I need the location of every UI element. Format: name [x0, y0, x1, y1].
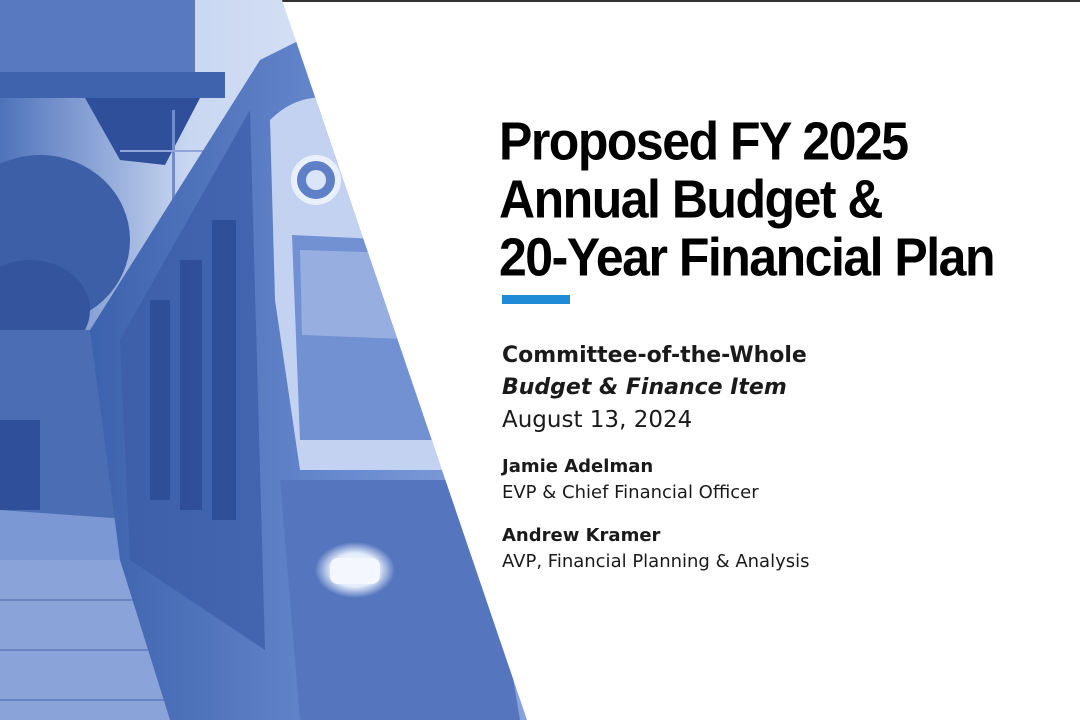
presenter-name: Jamie Adelman: [502, 456, 654, 477]
meeting-date: August 13, 2024: [502, 407, 693, 433]
presenter-role: EVP & Chief Financial Officer: [502, 482, 759, 503]
agenda-item: Budget & Finance Item: [502, 375, 787, 400]
title-accent-bar: [502, 295, 570, 304]
presentation-title: Proposed FY 2025 Annual Budget & 20-Year…: [499, 110, 1079, 287]
title-line-3: 20-Year Financial Plan: [499, 227, 996, 288]
committee-name: Committee-of-the-Whole: [502, 343, 807, 368]
presenter-name: Andrew Kramer: [502, 525, 661, 546]
title-line-2: Annual Budget &: [499, 169, 884, 230]
presenter-role: AVP, Financial Planning & Analysis: [502, 551, 810, 572]
title-line-1: Proposed FY 2025: [499, 111, 909, 172]
